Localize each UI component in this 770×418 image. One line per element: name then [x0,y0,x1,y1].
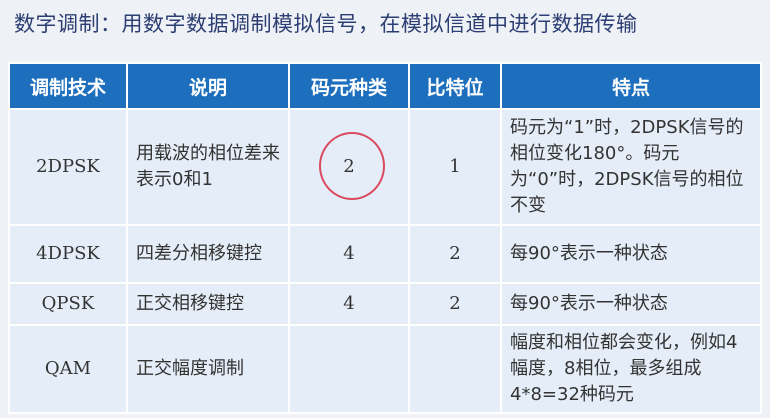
header-symbols: 码元种类 [288,62,410,110]
bits-cell [408,324,502,414]
symbols-cell: 4 [288,224,410,284]
symbols-cell: 4 [288,282,410,326]
bits-cell: 2 [408,224,502,284]
symbols-cell [288,324,410,414]
tech-cell: 2DPSK [8,108,128,226]
symbols-cell: 2 [288,108,410,226]
table-row: 4DPSK 四差分相移键控 4 2 每90°表示一种状态 [8,224,762,284]
desc-cell: 正交幅度调制 [126,324,290,414]
desc-cell: 四差分相移键控 [126,224,290,284]
feature-cell: 幅度和相位都会变化，例如4幅度，8相位，最多组成4*8=32种码元 [500,324,762,414]
bits-cell: 1 [408,108,502,226]
feature-cell: 码元为“1”时，2DPSK信号的相位变化180°。码元为“0”时，2DPSK信号… [500,108,762,226]
bits-cell: 2 [408,282,502,326]
header-bits: 比特位 [408,62,502,110]
table-row: QPSK 正交相移键控 4 2 每90°表示一种状态 [8,282,762,326]
tech-cell: 4DPSK [8,224,128,284]
header-desc: 说明 [126,62,290,110]
table-row: QAM 正交幅度调制 幅度和相位都会变化，例如4幅度，8相位，最多组成4*8=3… [8,324,762,414]
feature-cell: 每90°表示一种状态 [500,282,762,326]
desc-cell: 正交相移键控 [126,282,290,326]
table-row: 2DPSK 用载波的相位差来表示0和1 2 1 码元为“1”时，2DPSK信号的… [8,108,762,226]
feature-cell: 每90°表示一种状态 [500,224,762,284]
header-feature: 特点 [500,62,762,110]
tech-cell: QPSK [8,282,128,326]
table-header-row: 调制技术 说明 码元种类 比特位 特点 [8,62,762,110]
page-heading: 数字调制：用数字数据调制模拟信号，在模拟信道中进行数据传输 [14,12,638,36]
modulation-table: 调制技术 说明 码元种类 比特位 特点 2DPSK 用载波的相位差来表示0和1 … [8,62,762,414]
desc-cell: 用载波的相位差来表示0和1 [126,108,290,226]
header-tech: 调制技术 [8,62,128,110]
tech-cell: QAM [8,324,128,414]
